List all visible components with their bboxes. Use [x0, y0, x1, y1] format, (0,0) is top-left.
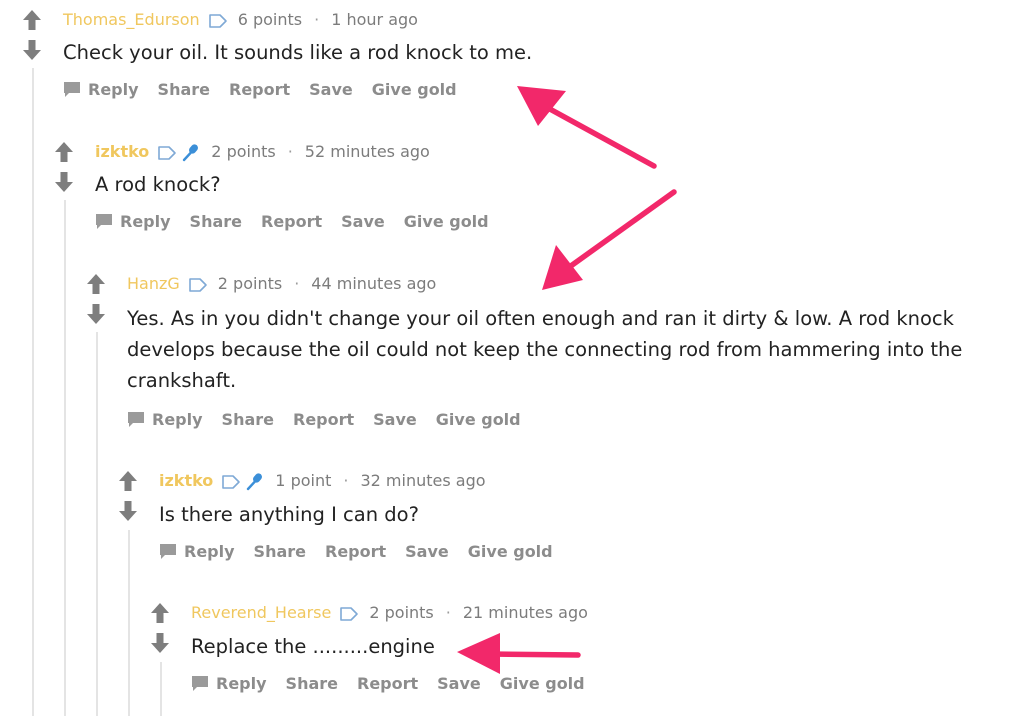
author-link[interactable]: HanzG: [127, 274, 180, 294]
speech-bubble-icon: [64, 82, 80, 97]
points: 1 point: [275, 471, 332, 490]
reply-label: Reply: [152, 410, 203, 429]
comment-body: Check your oil. It sounds like a rod kno…: [63, 41, 533, 64]
points: 2 points: [217, 274, 283, 293]
flair-tag-icon: [339, 606, 359, 621]
comment-body: A rod knock?: [95, 173, 221, 196]
reply-label: Reply: [184, 542, 235, 561]
timestamp[interactable]: 32 minutes ago: [360, 471, 485, 491]
thread-line[interactable]: [64, 200, 66, 716]
share-button[interactable]: Share: [190, 212, 242, 231]
reply-label: Reply: [216, 674, 267, 693]
upvote-arrow-icon[interactable]: [150, 602, 172, 624]
give-gold-button[interactable]: Give gold: [468, 542, 553, 561]
reply-button[interactable]: Reply: [159, 542, 235, 561]
points: 2 points: [211, 142, 276, 161]
give-gold-button[interactable]: Give gold: [436, 410, 521, 429]
comment: Reverend_Hearse 2 points · 21 minutes ag…: [150, 602, 990, 702]
report-button[interactable]: Report: [325, 542, 386, 561]
save-button[interactable]: Save: [405, 542, 449, 561]
downvote-arrow-icon[interactable]: [86, 303, 108, 325]
share-button[interactable]: Share: [254, 542, 306, 561]
author-link[interactable]: Reverend_Hearse: [191, 603, 331, 623]
timestamp[interactable]: 44 minutes ago: [311, 274, 436, 294]
points: 6 points: [237, 10, 303, 29]
comment-actions: Reply Share Report Save Give gold: [63, 80, 476, 99]
reply-button[interactable]: Reply: [127, 410, 203, 429]
separator: ·: [343, 471, 349, 490]
downvote-arrow-icon[interactable]: [150, 632, 172, 654]
comment-meta: Reverend_Hearse 2 points · 21 minutes ag…: [191, 603, 588, 623]
save-button[interactable]: Save: [437, 674, 481, 693]
save-button[interactable]: Save: [373, 410, 417, 429]
upvote-arrow-icon[interactable]: [86, 273, 108, 295]
comment-meta: izktko 2 points · 52 minutes ago: [95, 142, 430, 162]
report-button[interactable]: Report: [261, 212, 322, 231]
reply-button[interactable]: Reply: [63, 80, 139, 99]
points: 2 points: [369, 603, 434, 622]
timestamp[interactable]: 52 minutes ago: [305, 142, 430, 162]
speech-bubble-icon: [96, 214, 112, 229]
comment-actions: Reply Share Report Save Give gold: [95, 212, 508, 231]
share-button[interactable]: Share: [286, 674, 338, 693]
comment: HanzG 2 points · 44 minutes ago Yes. As …: [86, 273, 996, 443]
report-button[interactable]: Report: [357, 674, 418, 693]
downvote-arrow-icon[interactable]: [118, 500, 140, 522]
author-link[interactable]: Thomas_Edurson: [63, 10, 200, 30]
save-button[interactable]: Save: [341, 212, 385, 231]
comment-actions: Reply Share Report Save Give gold: [127, 410, 540, 429]
give-gold-button[interactable]: Give gold: [500, 674, 585, 693]
microphone-icon: [181, 142, 201, 162]
separator: ·: [314, 10, 320, 29]
comment: izktko 2 points · 52 minutes ago A rod k…: [54, 141, 984, 241]
report-button[interactable]: Report: [293, 410, 354, 429]
comment-meta: izktko 1 point · 32 minutes ago: [159, 471, 486, 491]
timestamp[interactable]: 1 hour ago: [331, 10, 418, 30]
flair-tag-icon: [157, 145, 177, 160]
share-button[interactable]: Share: [222, 410, 274, 429]
comment-body: Yes. As in you didn't change your oil of…: [127, 307, 963, 392]
upvote-arrow-icon[interactable]: [118, 470, 140, 492]
author-link[interactable]: izktko: [95, 142, 149, 162]
comment: Thomas_Edurson 6 points · 1 hour ago Che…: [22, 9, 982, 109]
downvote-arrow-icon[interactable]: [22, 39, 44, 61]
downvote-arrow-icon[interactable]: [54, 171, 76, 193]
report-button[interactable]: Report: [229, 80, 290, 99]
flair-tag-icon: [221, 474, 241, 489]
comment-thread: Thomas_Edurson 6 points · 1 hour ago Che…: [0, 0, 1024, 716]
thread-line[interactable]: [32, 68, 34, 716]
reply-button[interactable]: Reply: [95, 212, 171, 231]
timestamp[interactable]: 21 minutes ago: [463, 603, 588, 623]
share-button[interactable]: Share: [158, 80, 210, 99]
separator: ·: [287, 142, 293, 161]
save-button[interactable]: Save: [309, 80, 353, 99]
flair-tag-icon: [188, 277, 208, 292]
give-gold-button[interactable]: Give gold: [372, 80, 457, 99]
author-link[interactable]: izktko: [159, 471, 213, 491]
speech-bubble-icon: [160, 544, 176, 559]
comment-actions: Reply Share Report Save Give gold: [159, 542, 572, 561]
upvote-arrow-icon[interactable]: [22, 9, 44, 31]
comment-actions: Reply Share Report Save Give gold: [191, 674, 604, 693]
comment-meta: HanzG 2 points · 44 minutes ago: [127, 274, 436, 294]
flair-tag-icon: [208, 13, 228, 28]
microphone-icon: [245, 471, 265, 491]
upvote-arrow-icon[interactable]: [54, 141, 76, 163]
give-gold-button[interactable]: Give gold: [404, 212, 489, 231]
reply-label: Reply: [88, 80, 139, 99]
speech-bubble-icon: [192, 676, 208, 691]
separator: ·: [294, 274, 300, 293]
speech-bubble-icon: [128, 412, 144, 427]
separator: ·: [445, 603, 451, 622]
comment-meta: Thomas_Edurson 6 points · 1 hour ago: [63, 10, 418, 30]
reply-label: Reply: [120, 212, 171, 231]
comment-body: Is there anything I can do?: [159, 503, 419, 526]
comment: izktko 1 point · 32 minutes ago Is there…: [118, 470, 988, 570]
comment-body: Replace the .........engine: [191, 635, 435, 658]
reply-button[interactable]: Reply: [191, 674, 267, 693]
